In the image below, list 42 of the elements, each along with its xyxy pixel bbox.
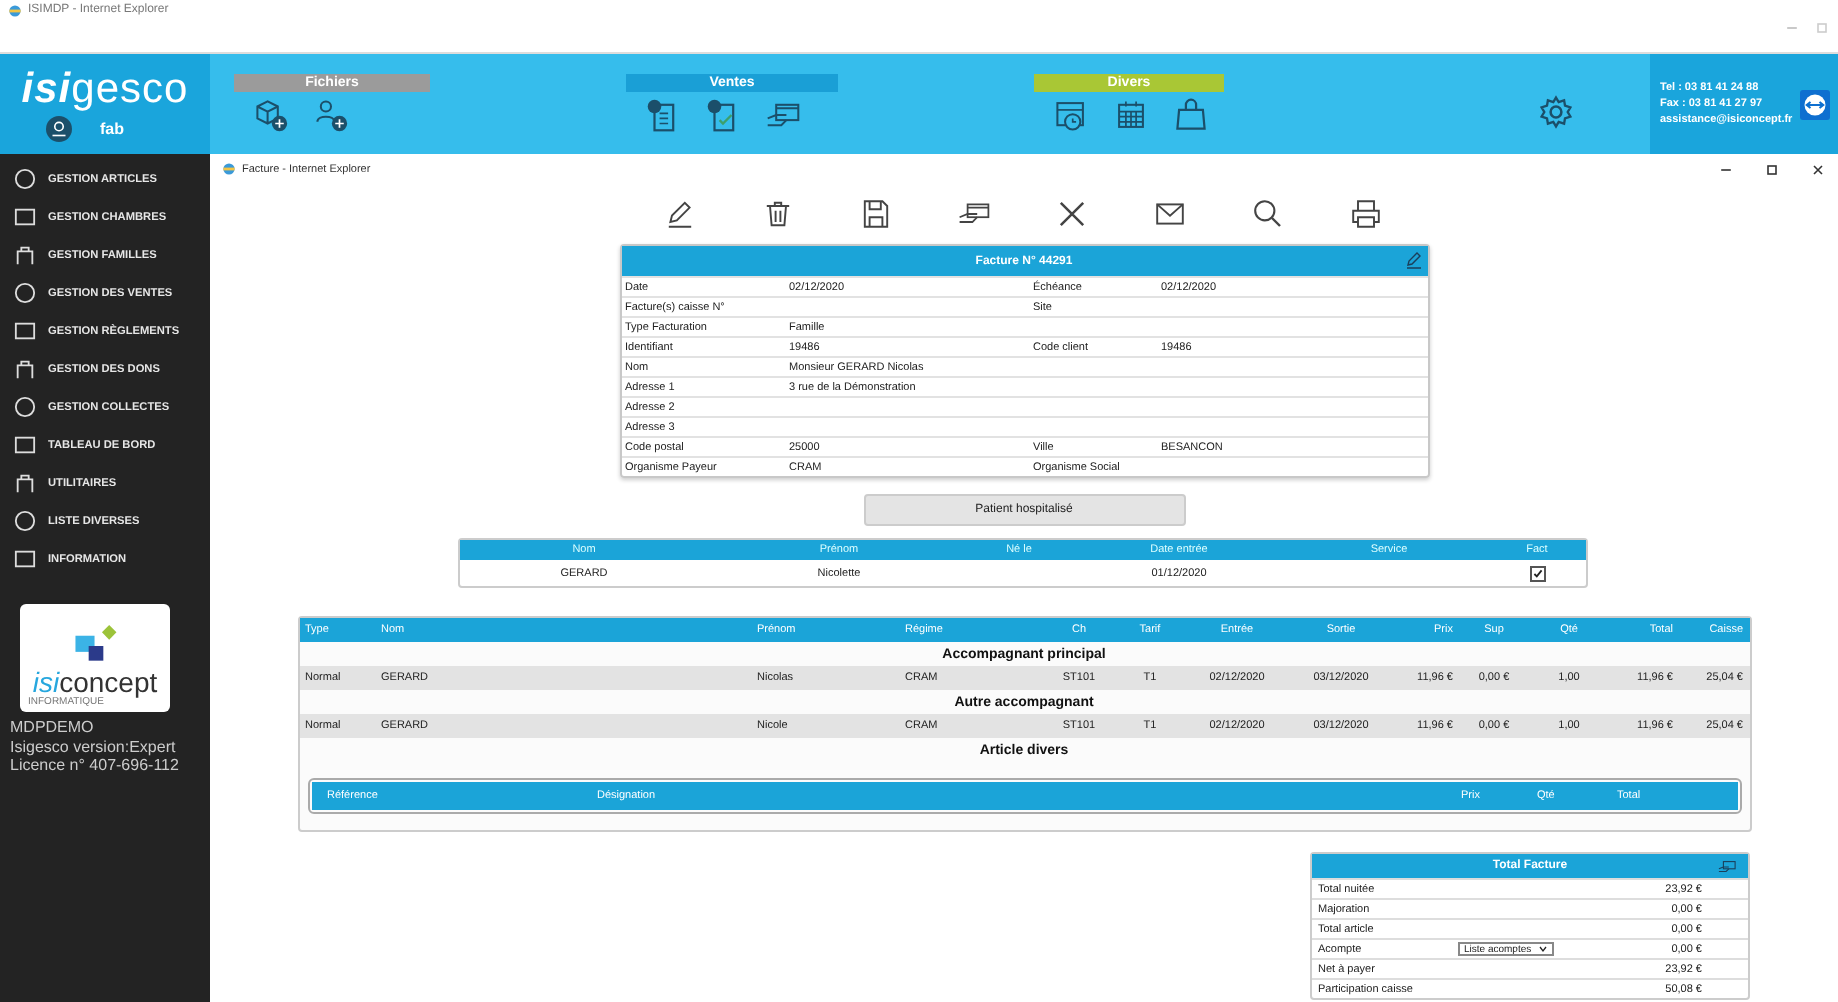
edit-icon[interactable]: [1403, 250, 1423, 270]
print-icon[interactable]: [1349, 198, 1381, 230]
license-info: Isigesco version:Expert: [8, 737, 178, 756]
calendar-icon[interactable]: [1114, 98, 1148, 132]
edit-icon[interactable]: [663, 198, 695, 230]
user-name: fab: [100, 119, 124, 137]
person-add-icon[interactable]: [314, 98, 348, 132]
menu-item-icon: [14, 168, 36, 190]
mail-icon[interactable]: [1153, 198, 1185, 230]
license-info: Licence n° 407-696-112: [8, 756, 181, 775]
close-icon[interactable]: [1810, 161, 1826, 177]
card-payment-icon[interactable]: [766, 98, 800, 132]
app-logo: isigesco: [21, 67, 189, 111]
menu-item-icon: [14, 320, 36, 342]
menu-item-icon: [14, 472, 36, 494]
menu-item-icon: [14, 282, 36, 304]
browser-icon: [8, 4, 22, 18]
menu-item-icon: [14, 548, 36, 570]
shopping-bag-icon[interactable]: [1174, 98, 1208, 132]
search-icon[interactable]: [1251, 198, 1283, 230]
caret-icon: [1537, 944, 1548, 954]
document-add-icon[interactable]: [646, 98, 680, 132]
box-add-icon[interactable]: [254, 98, 288, 132]
menu-item-icon: [14, 434, 36, 456]
close-icon[interactable]: [1055, 198, 1087, 230]
remote-support-icon[interactable]: [1800, 89, 1831, 119]
settings-icon[interactable]: [1538, 94, 1574, 130]
menu-item-icon: [14, 396, 36, 418]
menu-item-icon: [14, 206, 36, 228]
menu-item-icon: [14, 510, 36, 532]
menu-item-icon: [14, 358, 36, 380]
maximize-icon[interactable]: [1764, 161, 1780, 177]
browser-icon: [222, 162, 236, 176]
avatar-icon[interactable]: [46, 115, 72, 141]
fact-checkbox[interactable]: [1529, 565, 1545, 581]
menu-item-icon: [14, 244, 36, 266]
delete-icon[interactable]: [761, 198, 793, 230]
company-name: isiconcept: [32, 668, 158, 696]
save-icon[interactable]: [859, 198, 891, 230]
calendar-clock-icon[interactable]: [1054, 98, 1088, 132]
license-info: MDPDEMO: [8, 718, 96, 737]
document-check-icon[interactable]: [706, 98, 740, 132]
